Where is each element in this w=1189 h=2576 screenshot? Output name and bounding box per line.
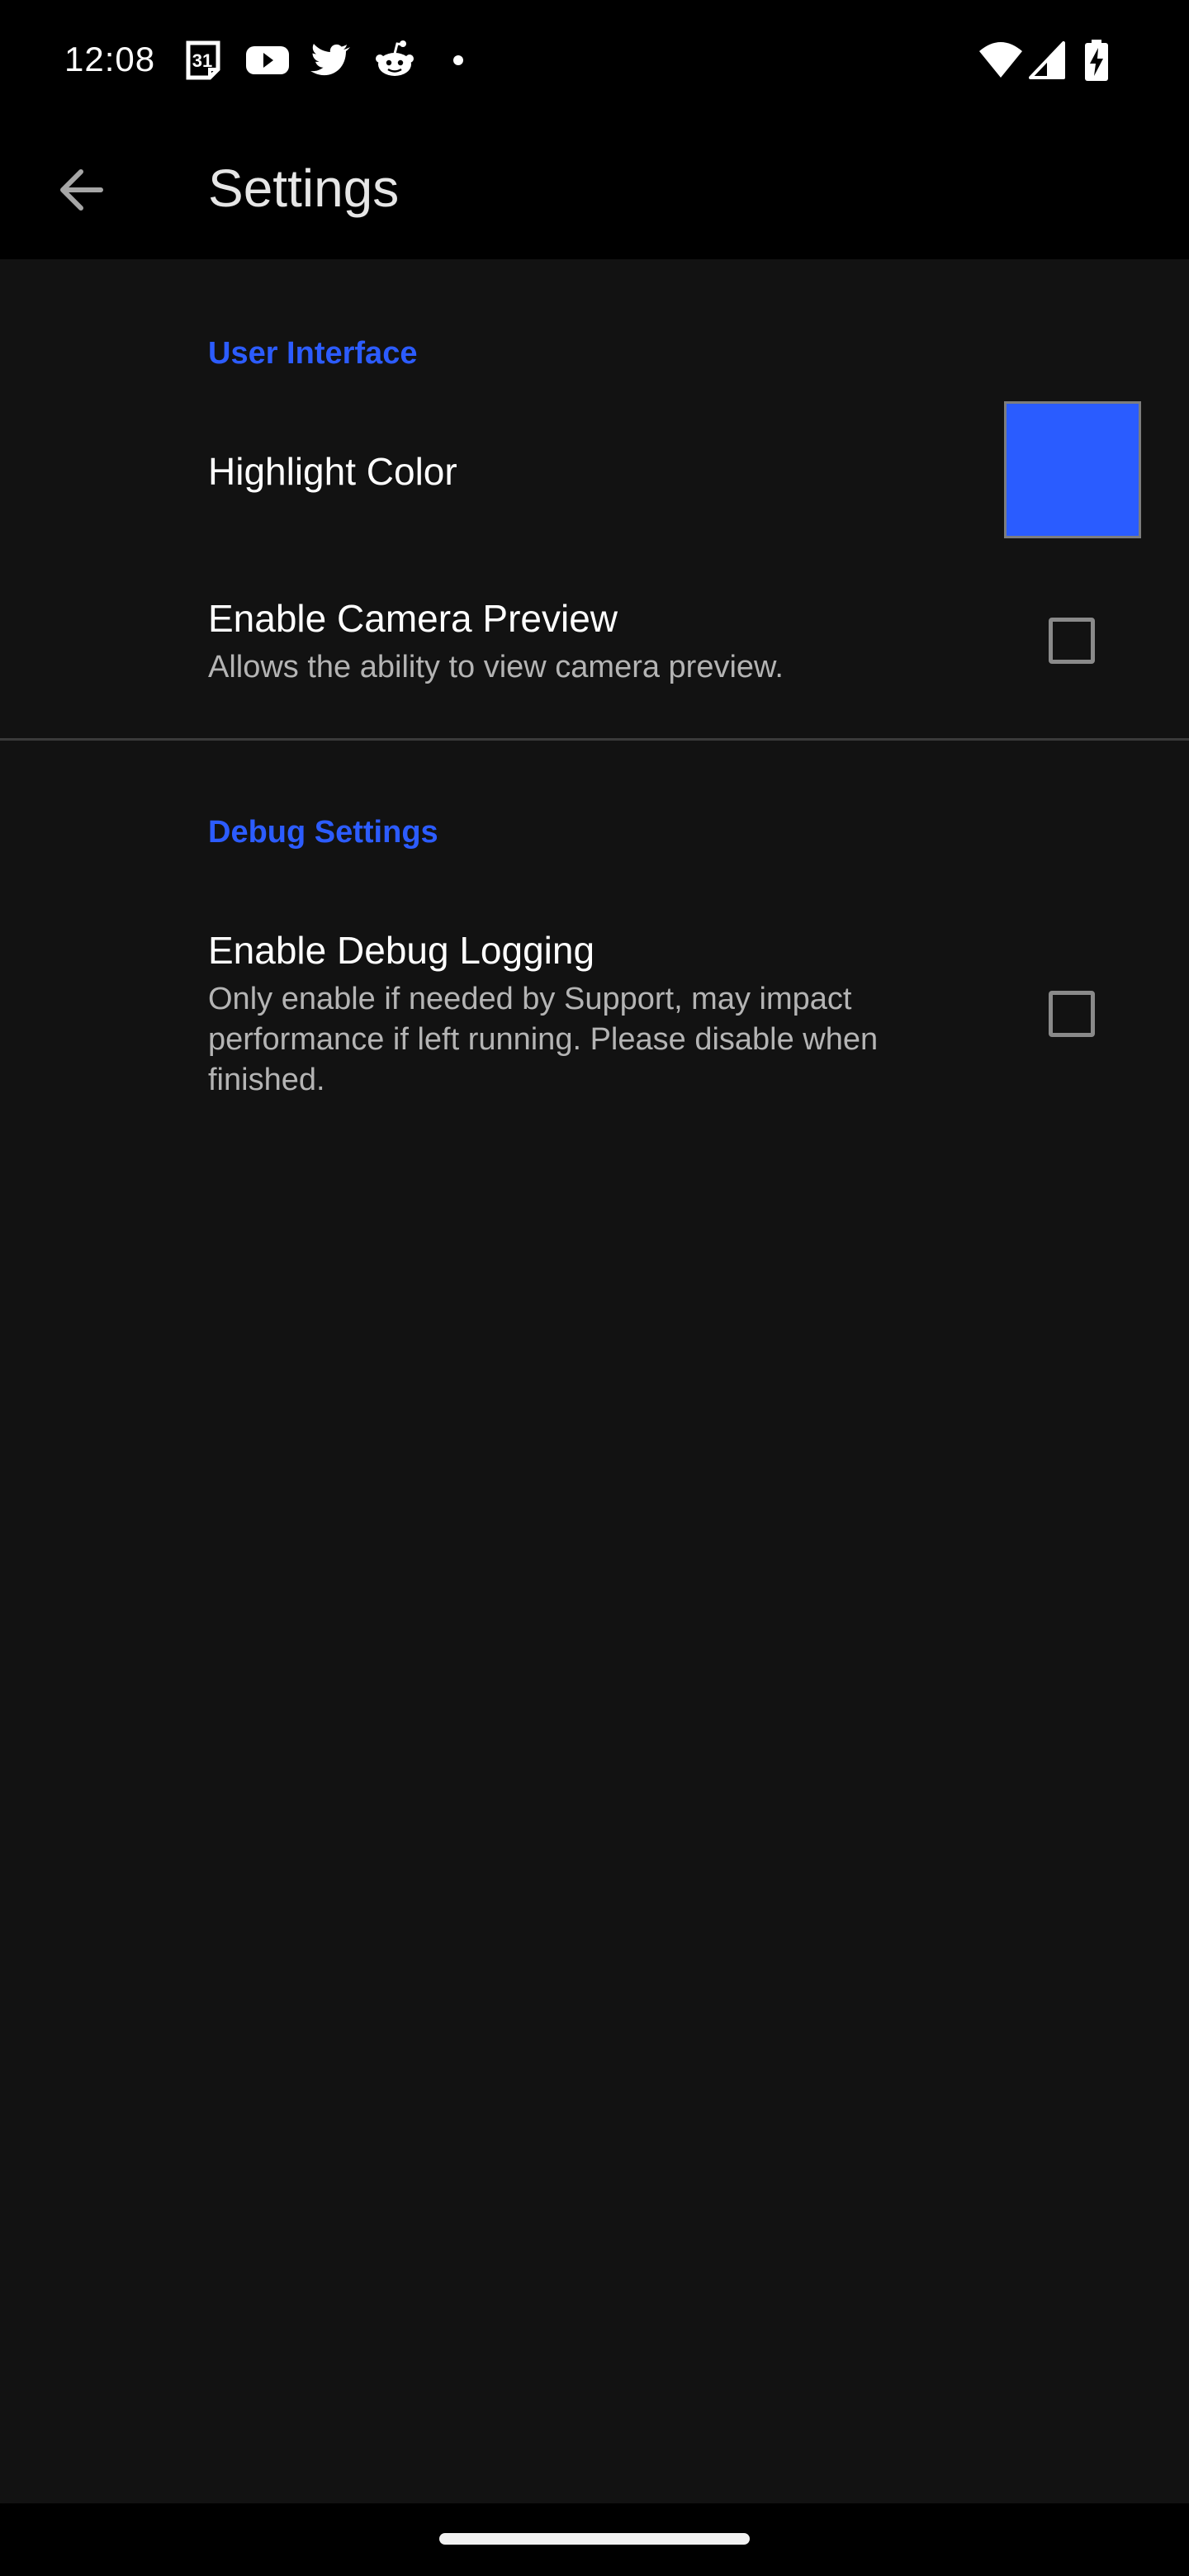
home-gesture-handle[interactable] [439, 2533, 750, 2545]
status-bar: 12:08 31 [0, 0, 1189, 119]
settings-screen: 12:08 31 Settings User Interface Highlig… [0, 0, 1189, 2576]
calendar-day-text: 31 [192, 50, 212, 71]
pref-summary: Allows the ability to view camera previe… [208, 650, 784, 684]
app-bar: Settings [0, 119, 1189, 259]
cell-signal-icon [1029, 41, 1065, 79]
navigation-bar [0, 2503, 1189, 2576]
highlight-color-swatch[interactable] [1004, 401, 1141, 538]
pref-enable-debug-logging[interactable]: Enable Debug Logging Only enable if need… [0, 908, 1189, 1115]
debug-logging-checkbox[interactable] [1049, 991, 1095, 1037]
pref-enable-camera-preview[interactable]: Enable Camera Preview Allows the ability… [0, 578, 1189, 727]
battery-charging-icon [1085, 40, 1108, 81]
pref-title: Enable Camera Preview [208, 597, 618, 640]
section-header-user-interface: User Interface [208, 336, 418, 371]
arrow-back-icon [60, 169, 103, 211]
notification-dot-icon [453, 55, 463, 65]
reddit-icon [376, 40, 414, 76]
pref-title: Enable Debug Logging [208, 929, 595, 972]
youtube-icon [246, 46, 289, 74]
back-button[interactable] [40, 149, 122, 231]
wifi-icon [979, 42, 1022, 78]
twitter-icon [310, 44, 350, 76]
calendar-31-icon: 31 [186, 40, 220, 80]
page-title: Settings [208, 159, 400, 218]
section-header-debug-settings: Debug Settings [208, 815, 438, 850]
camera-preview-checkbox[interactable] [1049, 618, 1095, 664]
status-time: 12:08 [64, 40, 156, 78]
pref-summary: Only enable if needed by Support, may im… [208, 982, 879, 1097]
pref-title: Highlight Color [208, 450, 457, 493]
section-divider [0, 738, 1189, 741]
